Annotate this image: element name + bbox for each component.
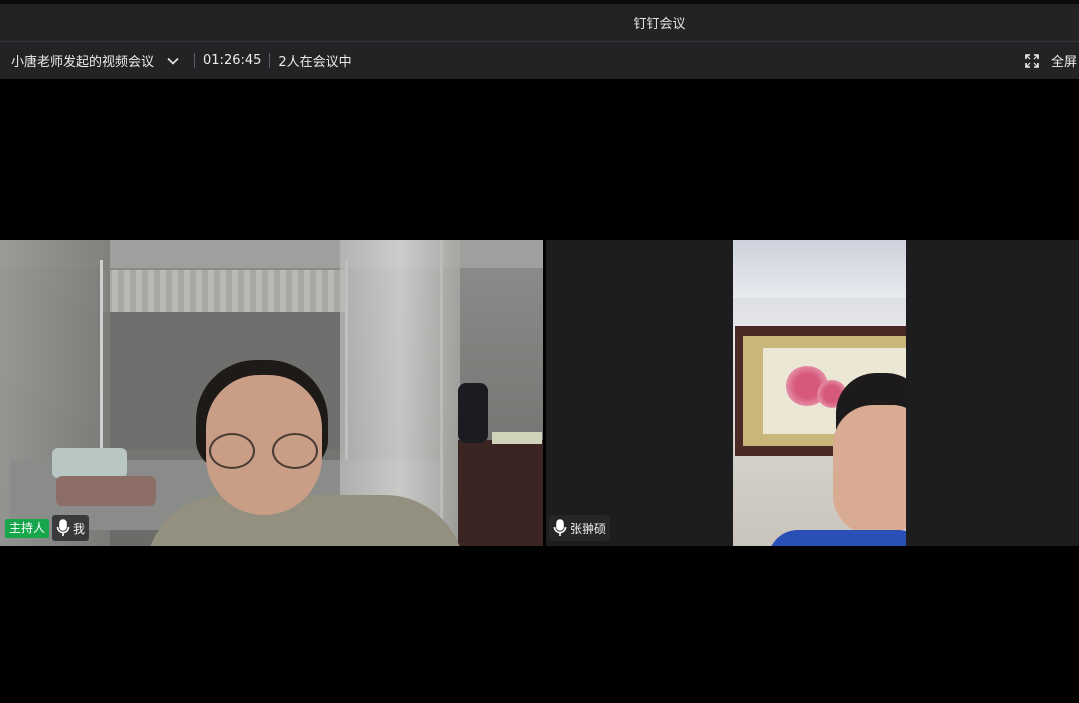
host-tag: 主持人 — [5, 519, 50, 538]
divider — [269, 53, 271, 68]
video-feed — [733, 240, 906, 546]
divider — [194, 53, 196, 68]
participant-name: 张翀硕 — [570, 521, 607, 536]
fullscreen-button[interactable]: 全屏 — [1025, 42, 1077, 79]
participant-name: 我 — [73, 521, 86, 536]
meeting-duration: 01:26:45 — [203, 53, 262, 68]
microphone-icon — [56, 519, 70, 537]
participant-count: 2人在会议中 — [278, 55, 352, 70]
video-tile-self[interactable]: 主持人 我 — [0, 240, 543, 546]
participant-badge: 我 — [52, 515, 90, 541]
video-stage: 主持人 我 张翀硕 — [0, 79, 1079, 703]
microphone-icon — [553, 519, 567, 537]
window-title: 钉钉会议 — [633, 17, 686, 32]
video-tile-participant[interactable]: 张翀硕 — [546, 240, 1079, 546]
meeting-info-bar: 小唐老师发起的视频会议 01:26:45 2人在会议中 全屏 — [0, 42, 1079, 79]
fullscreen-label: 全屏 — [1050, 55, 1077, 70]
participant-badge: 张翀硕 — [549, 515, 611, 541]
title-bar: 钉钉会议 — [0, 0, 1079, 42]
meeting-name[interactable]: 小唐老师发起的视频会议 — [11, 51, 154, 70]
chevron-down-icon[interactable] — [166, 54, 180, 68]
video-feed — [0, 240, 543, 546]
fullscreen-icon — [1025, 53, 1039, 68]
